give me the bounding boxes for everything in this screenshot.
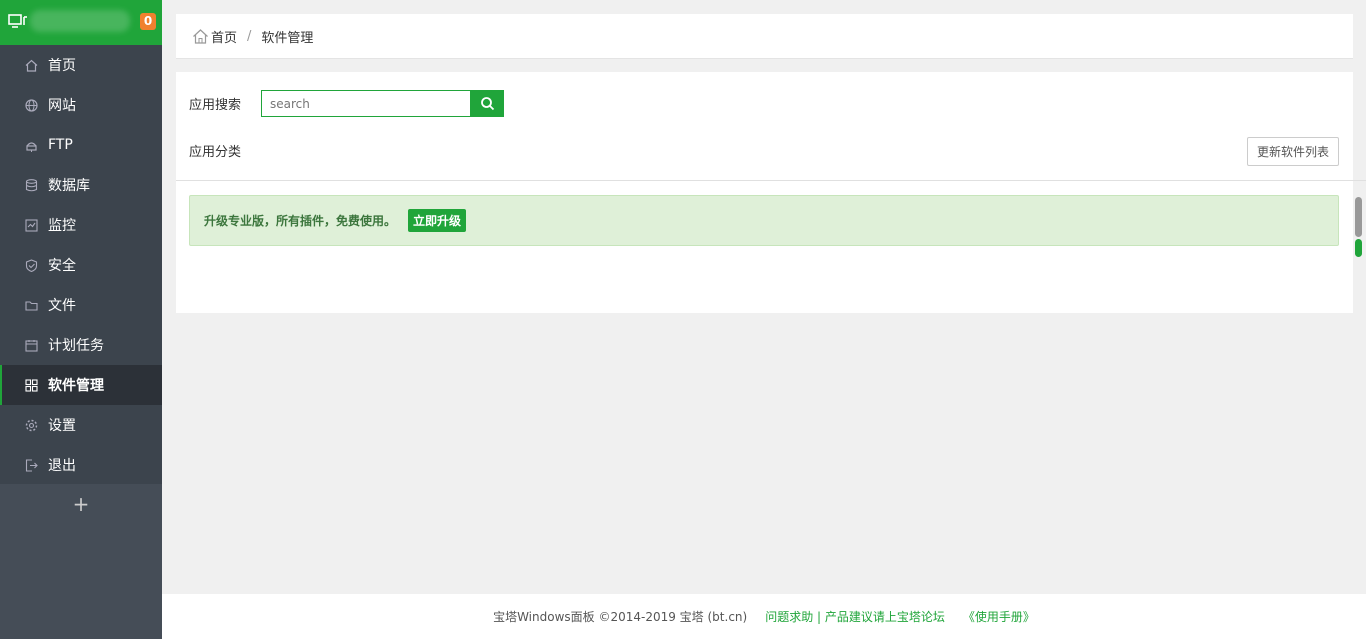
sidebar-item-home[interactable]: 首页	[0, 45, 162, 85]
upgrade-now-button[interactable]: 立即升级	[408, 209, 467, 232]
sidebar-item-label: 首页	[48, 58, 76, 74]
shield-icon	[24, 258, 38, 272]
breadcrumb-current: 软件管理	[261, 30, 314, 46]
ftp-icon	[24, 138, 38, 152]
sidebar-item-label: 数据库	[48, 178, 90, 194]
globe-icon	[24, 98, 38, 112]
app-search-label: 应用搜索	[189, 98, 242, 113]
blurred-hostname	[30, 10, 130, 32]
sidebar-item-label: 监控	[48, 218, 76, 234]
sidebar-bottom: +	[0, 484, 162, 639]
app-category-label: 应用分类	[189, 145, 242, 160]
sidebar-item-label: 计划任务	[48, 338, 104, 354]
sidebar-item-monitor[interactable]: 监控	[0, 205, 162, 245]
grid-icon	[24, 378, 38, 392]
sidebar-item-security[interactable]: 安全	[0, 245, 162, 285]
software-panel: 应用搜索 应用分类 更新软件列表 升级专业版，所有插件，免费使用。 立即升级	[176, 72, 1366, 313]
home-icon	[193, 28, 208, 44]
sidebar: 0 首页 网站 FTP 数据库 监控 安全 文件 计划任务 软件管理 设置 退出…	[0, 0, 162, 639]
breadcrumb: 首页 / 软件管理	[176, 14, 1353, 59]
logout-icon	[24, 458, 38, 472]
footer-manual-link[interactable]: 《使用手册》	[963, 608, 1035, 625]
sidebar-item-settings[interactable]: 设置	[0, 405, 162, 445]
search-icon	[480, 97, 494, 111]
breadcrumb-separator: /	[247, 28, 252, 44]
add-shortcut-button[interactable]: +	[0, 492, 162, 516]
sidebar-item-files[interactable]: 文件	[0, 285, 162, 325]
scrollbar-thumb[interactable]	[1355, 197, 1362, 237]
sidebar-item-label: 设置	[48, 418, 76, 434]
sidebar-item-label: 安全	[48, 258, 76, 274]
update-software-list-button[interactable]: 更新软件列表	[1247, 137, 1339, 166]
sidebar-item-ftp[interactable]: FTP	[0, 125, 162, 165]
upgrade-notice-text: 升级专业版，所有插件，免费使用。	[204, 214, 397, 228]
home-icon	[24, 58, 38, 72]
footer-copyright: 宝塔Windows面板 ©2014-2019 宝塔 (bt.cn)	[493, 610, 748, 624]
gear-icon	[24, 418, 38, 432]
sidebar-header: 0	[0, 0, 162, 45]
sidebar-item-label: 文件	[48, 298, 76, 314]
search-button[interactable]	[470, 90, 504, 117]
calendar-icon	[24, 338, 38, 352]
scrollbar[interactable]	[1355, 197, 1362, 257]
breadcrumb-home-link[interactable]: 首页	[211, 27, 237, 46]
footer: 宝塔Windows面板 ©2014-2019 宝塔 (bt.cn) 问题求助 |…	[162, 594, 1366, 639]
folder-icon	[24, 298, 38, 312]
sidebar-item-logout[interactable]: 退出	[0, 445, 162, 485]
monitor-icon	[24, 218, 38, 232]
scrollbar-indicator	[1355, 239, 1362, 257]
footer-help-link[interactable]: 问题求助 | 产品建议请上宝塔论坛	[765, 608, 945, 625]
server-logo-icon	[8, 14, 27, 28]
notification-badge[interactable]: 0	[140, 13, 156, 30]
sidebar-item-cron[interactable]: 计划任务	[0, 325, 162, 365]
sidebar-item-website[interactable]: 网站	[0, 85, 162, 125]
sidebar-item-software[interactable]: 软件管理	[0, 365, 162, 405]
sidebar-item-label: 网站	[48, 98, 76, 114]
sidebar-item-label: 软件管理	[48, 378, 104, 394]
sidebar-item-database[interactable]: 数据库	[0, 165, 162, 205]
database-icon	[24, 178, 38, 192]
app-search-row: 应用搜索	[189, 90, 504, 117]
sidebar-item-label: 退出	[48, 458, 76, 474]
sidebar-item-label: FTP	[48, 137, 73, 153]
app-search-input[interactable]	[261, 90, 470, 117]
sidebar-menu: 首页 网站 FTP 数据库 监控 安全 文件 计划任务 软件管理 设置 退出	[0, 45, 162, 485]
upgrade-notice: 升级专业版，所有插件，免费使用。 立即升级	[189, 195, 1339, 246]
divider	[176, 180, 1366, 181]
